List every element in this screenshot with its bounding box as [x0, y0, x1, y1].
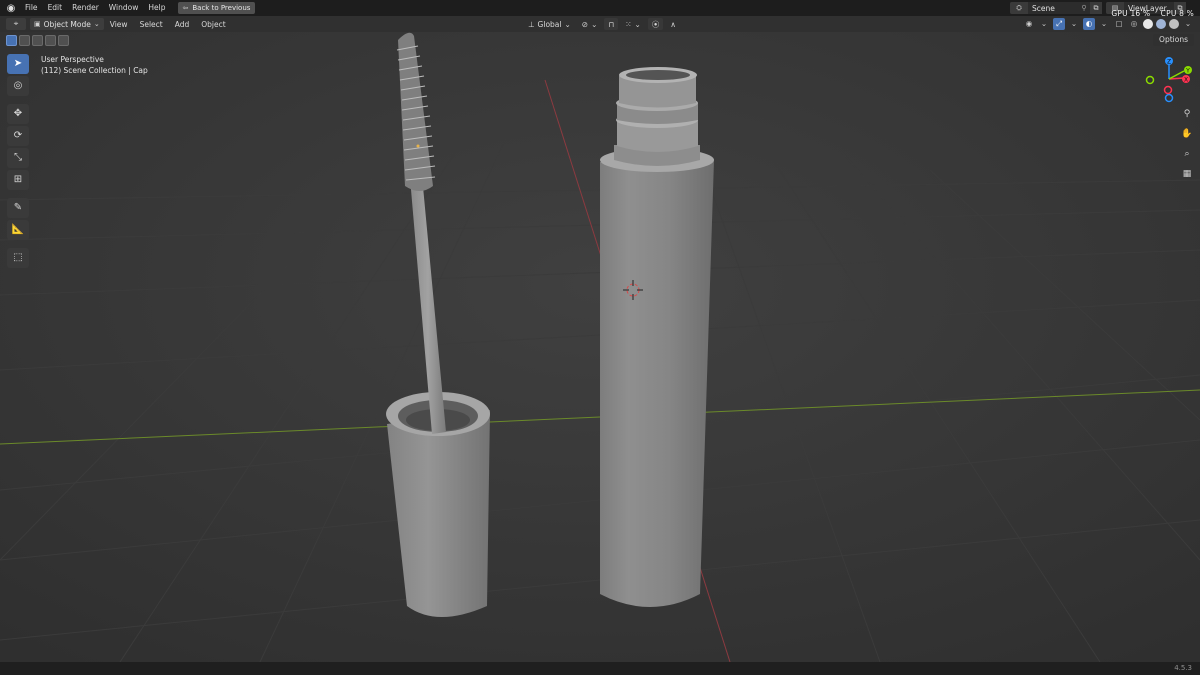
select-subtract-icon[interactable] — [32, 35, 43, 46]
orientation-label: Global — [537, 19, 562, 29]
snap-grid-icon: ⁙ — [625, 19, 632, 29]
menu-window[interactable]: Window — [104, 0, 144, 16]
editor-type-icon[interactable]: ⌖ — [6, 18, 26, 30]
pivot-point-dropdown[interactable]: ⊘ ⌄ — [578, 18, 602, 30]
chevron-down-icon[interactable]: ⌄ — [1038, 18, 1050, 30]
measure-tool-icon[interactable]: 📐 — [7, 220, 29, 240]
chevron-down-icon: ⌄ — [93, 20, 100, 28]
gizmo-toggle-icon[interactable]: ⤢ — [1053, 18, 1065, 30]
mode-dropdown[interactable]: ▣ Object Mode ⌄ — [30, 18, 104, 30]
gizmo-neg-x-icon[interactable] — [1163, 85, 1173, 95]
menu-select[interactable]: Select — [134, 20, 169, 29]
falloff-dropdown[interactable]: ∧ — [666, 18, 680, 30]
gizmo-neg-z-icon[interactable] — [1164, 93, 1174, 103]
transform-orientation-dropdown[interactable]: ⊥ Global ⌄ — [524, 18, 575, 30]
proportional-edit-toggle[interactable]: ⦿ — [647, 18, 664, 30]
options-dropdown[interactable]: Options — [1153, 34, 1194, 46]
camera-view-icon[interactable]: ⌕ — [1179, 146, 1195, 162]
3d-viewport[interactable] — [0, 32, 1200, 662]
gizmo-z-label: Z — [1167, 59, 1171, 66]
viewport-info: User Perspective (112) Scene Collection … — [41, 54, 148, 76]
overlay-toggle-icon[interactable]: ◐ — [1083, 18, 1095, 30]
version-label: 4.5.3 — [1174, 664, 1192, 672]
snap-target-dropdown[interactable]: ⁙ ⌄ — [621, 18, 645, 30]
shading-wireframe-icon[interactable]: ◎ — [1128, 18, 1140, 30]
visibility-icon[interactable]: ◉ — [1023, 18, 1035, 30]
scene-selector[interactable]: ⛭ Scene ⚲ ⧉ — [1010, 2, 1102, 14]
chevron-down-icon: ⌄ — [591, 19, 598, 29]
top-menu-bar: ◉ File Edit Render Window Help ⇦ Back to… — [0, 0, 1200, 18]
select-new-icon[interactable] — [6, 35, 17, 46]
menu-view[interactable]: View — [104, 20, 134, 29]
shading-material-icon[interactable] — [1156, 19, 1166, 29]
perspective-label: User Perspective — [41, 55, 104, 64]
add-cube-tool-icon[interactable]: ⬚ — [7, 248, 29, 268]
bottle-object[interactable] — [600, 67, 714, 607]
move-tool-icon[interactable]: ✥ — [7, 104, 29, 124]
back-icon: ⇦ — [182, 4, 189, 12]
collection-label: (112) Scene Collection | Cap — [41, 66, 148, 75]
back-to-previous-label: Back to Previous — [192, 4, 251, 12]
menu-edit[interactable]: Edit — [43, 0, 68, 16]
menu-object[interactable]: Object — [195, 20, 231, 29]
menu-file[interactable]: File — [20, 0, 43, 16]
proportional-icon: ⦿ — [651, 19, 660, 29]
snap-toggle[interactable]: ⊓ — [604, 18, 619, 30]
menu-help[interactable]: Help — [143, 0, 170, 16]
shading-rendered-icon[interactable] — [1169, 19, 1179, 29]
navigation-gizmo[interactable]: Z Y X — [1144, 54, 1194, 104]
cursor-tool-icon[interactable]: ◎ — [7, 76, 29, 96]
annotate-tool-icon[interactable]: ✎ — [7, 198, 29, 218]
menu-render[interactable]: Render — [67, 0, 104, 16]
selection-mode-group — [6, 35, 69, 46]
chevron-down-icon[interactable]: ⌄ — [1098, 18, 1110, 30]
status-bar: 4.5.3 — [0, 662, 1200, 675]
new-scene-icon[interactable]: ⧉ — [1090, 2, 1102, 14]
mode-label: Object Mode — [43, 19, 91, 29]
select-extend-icon[interactable] — [19, 35, 30, 46]
object-mode-icon: ▣ — [34, 20, 41, 28]
scene-icon: ⛭ — [1010, 2, 1028, 14]
rotate-tool-icon[interactable]: ⟳ — [7, 126, 29, 146]
gizmo-x-label: X — [1184, 77, 1188, 84]
chevron-down-icon[interactable]: ⌄ — [1068, 18, 1080, 30]
snap-icon: ⊓ — [608, 19, 615, 29]
perspective-toggle-icon[interactable]: ▦ — [1179, 166, 1195, 182]
pivot-icon: ⊘ — [581, 19, 589, 29]
scale-tool-icon[interactable]: ⤡ — [7, 148, 29, 168]
select-box-tool-icon[interactable]: ➤ — [7, 54, 29, 74]
pin-icon[interactable]: ⚲ — [1078, 4, 1090, 12]
shading-solid-icon[interactable] — [1143, 19, 1153, 29]
select-invert-icon[interactable] — [45, 35, 56, 46]
navigation-buttons: ⚲ ✋ ⌕ ▦ — [1179, 106, 1195, 182]
orientation-icon: ⊥ — [528, 19, 535, 29]
pan-hand-icon[interactable]: ✋ — [1179, 126, 1195, 142]
blender-logo-icon[interactable]: ◉ — [2, 0, 20, 16]
gizmo-y-label: Y — [1185, 68, 1190, 75]
zoom-icon[interactable]: ⚲ — [1179, 106, 1195, 122]
chevron-down-icon[interactable]: ⌄ — [1182, 18, 1194, 30]
transform-tool-icon[interactable]: ⊞ — [7, 170, 29, 190]
scene-name[interactable]: Scene — [1028, 4, 1078, 13]
chevron-down-icon: ⌄ — [564, 19, 571, 29]
tool-shelf: ➤ ◎ ✥ ⟳ ⤡ ⊞ ✎ 📐 ⬚ — [7, 54, 29, 268]
chevron-down-icon: ⌄ — [634, 19, 641, 29]
gizmo-neg-y-icon[interactable] — [1145, 75, 1155, 85]
back-to-previous-button[interactable]: ⇦ Back to Previous — [178, 2, 256, 14]
xray-toggle-icon[interactable]: ▢ — [1113, 18, 1125, 30]
viewport-header: ⌖ ▣ Object Mode ⌄ View Select Add Object… — [0, 16, 1200, 32]
falloff-icon: ∧ — [670, 19, 676, 29]
menu-add[interactable]: Add — [169, 20, 196, 29]
select-intersect-icon[interactable] — [58, 35, 69, 46]
